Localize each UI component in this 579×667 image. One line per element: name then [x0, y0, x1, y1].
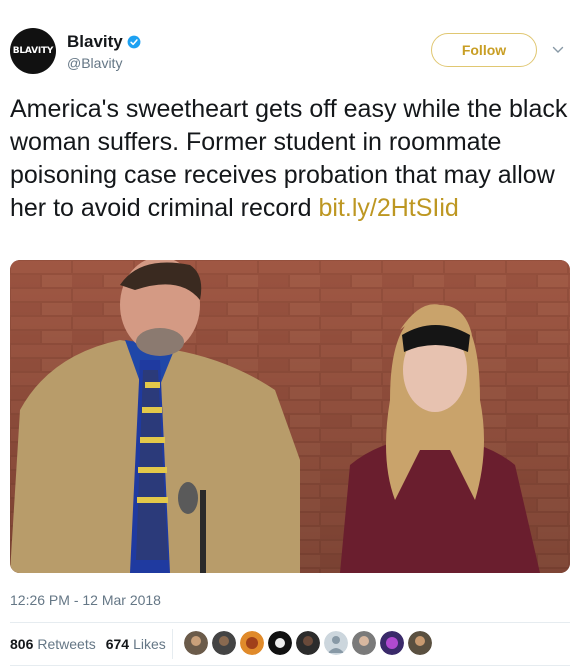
liker-avatar-icon[interactable]	[184, 631, 208, 655]
user-handle[interactable]: @Blavity	[67, 55, 122, 71]
stats-separator	[172, 629, 173, 659]
courtroom-photo	[10, 260, 570, 573]
tweet-stats: 806 Retweets 674 Likes	[10, 636, 176, 652]
retweets-label[interactable]: Retweets	[37, 636, 95, 652]
follow-button[interactable]: Follow	[431, 33, 537, 67]
tweet-link[interactable]: bit.ly/2HtSIid	[318, 192, 458, 225]
tweet-body: America's sweetheart gets off easy while…	[10, 95, 568, 222]
divider	[10, 622, 570, 623]
liker-avatar-icon[interactable]	[408, 631, 432, 655]
tweet-photo[interactable]	[10, 260, 570, 573]
verified-badge-icon	[127, 35, 141, 49]
liker-avatar-icon[interactable]	[324, 631, 348, 655]
liker-avatar-icon[interactable]	[268, 631, 292, 655]
likes-count[interactable]: 674	[106, 636, 129, 652]
user-name-row[interactable]: Blavity	[67, 32, 141, 52]
liker-avatar-icon[interactable]	[352, 631, 376, 655]
display-name[interactable]: Blavity	[67, 32, 123, 52]
avatar[interactable]: BLAVITY	[10, 28, 56, 74]
liker-avatar-icon[interactable]	[212, 631, 236, 655]
divider	[10, 665, 570, 666]
retweets-count[interactable]: 806	[10, 636, 33, 652]
likes-label[interactable]: Likes	[133, 636, 166, 652]
liker-avatar-icon[interactable]	[380, 631, 404, 655]
tweet-text: America's sweetheart gets off easy while…	[10, 93, 575, 225]
liker-avatar-icon[interactable]	[240, 631, 264, 655]
liker-avatars	[184, 631, 432, 655]
chevron-down-icon[interactable]	[552, 44, 564, 56]
tweet-timestamp[interactable]: 12:26 PM - 12 Mar 2018	[10, 592, 161, 608]
liker-avatar-icon[interactable]	[296, 631, 320, 655]
